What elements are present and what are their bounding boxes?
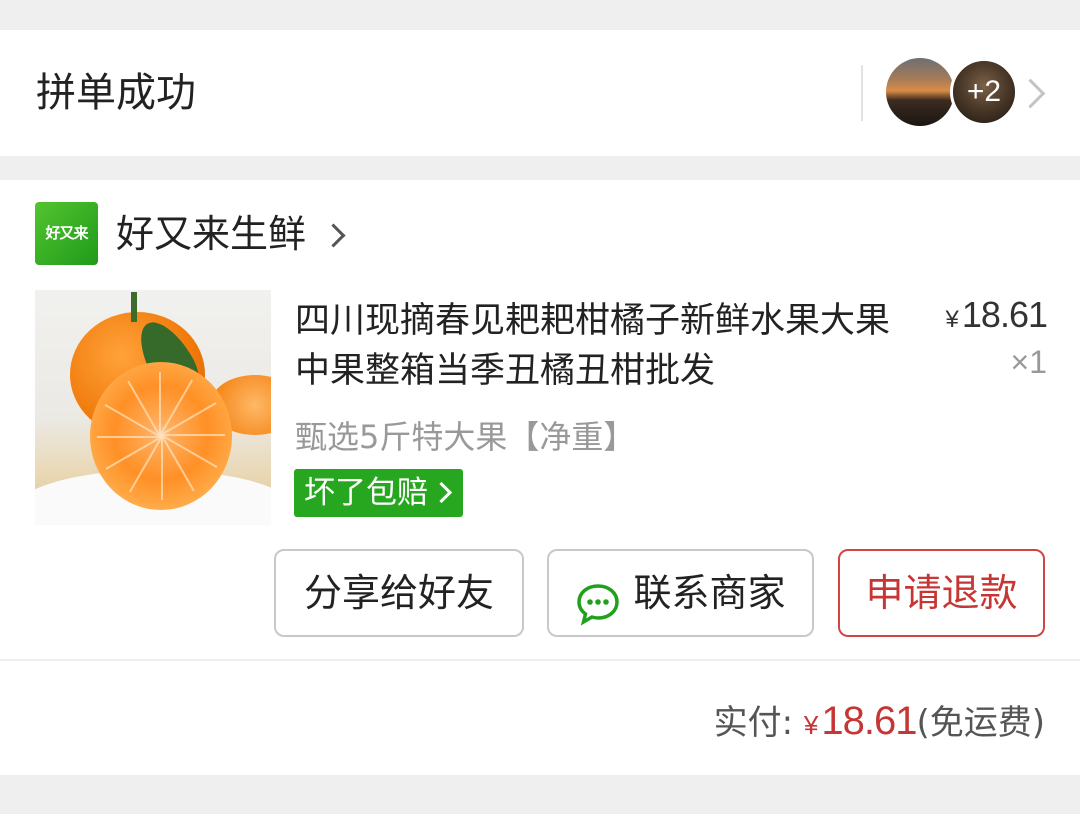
orange-segment-line [161,434,225,436]
orange-segment-line [159,379,193,436]
chevron-right-icon[interactable] [321,223,346,248]
divider [861,65,863,121]
group-status-card[interactable]: 拼单成功 +2 [0,30,1080,156]
paid-amount: ¥18.61 [803,699,918,743]
price-value: 18.61 [961,294,1048,335]
shop-name-link[interactable]: 好又来生鲜 [116,206,306,262]
chevron-right-icon[interactable] [1015,78,1046,109]
orange-segment-line [161,436,163,500]
shipping-note: (免运费) [916,703,1045,743]
divider [0,659,1080,661]
product-quantity: ×1 [1010,344,1047,380]
currency-symbol: ¥ [803,710,819,740]
shop-logo[interactable]: 好又来 [35,202,98,265]
group-status-text: 拼单成功 [36,70,196,116]
orange-segment-line [97,436,161,438]
contact-label: 联系商家 [633,571,786,615]
extra-members-count: +2 [966,75,1002,108]
chat-bubble-icon [575,571,621,626]
product-spec: 甄选5斤特大果【净重】 [295,418,636,456]
product-price: ¥18.61 [945,294,1048,336]
orange-segment-line [159,372,161,436]
member-avatar[interactable] [886,58,954,126]
payment-summary: 实付: ¥18.61(免运费) [714,695,1045,744]
contact-merchant-button[interactable]: 联系商家 [547,549,814,637]
order-card: 好又来 好又来生鲜 四川现摘春见耙耙柑橘子新鲜水果大果中果整箱当季丑橘丑柑批发 … [0,180,1080,775]
refund-button[interactable]: 申请退款 [838,549,1045,637]
chevron-right-icon [430,481,453,504]
product-image[interactable] [35,290,271,525]
product-title[interactable]: 四川现摘春见耙耙柑橘子新鲜水果大果中果整箱当季丑橘丑柑批发 [295,296,915,396]
stem-shape [131,292,137,322]
share-button[interactable]: 分享给好友 [274,549,524,637]
orange-half-shape [90,362,232,510]
badge-label: 坏了包赔 [304,475,428,511]
guarantee-badge[interactable]: 坏了包赔 [294,469,463,517]
currency-symbol: ¥ [945,306,959,333]
member-avatar-more[interactable]: +2 [950,58,1018,126]
paid-value: 18.61 [821,699,917,743]
paid-label: 实付: [713,703,794,743]
